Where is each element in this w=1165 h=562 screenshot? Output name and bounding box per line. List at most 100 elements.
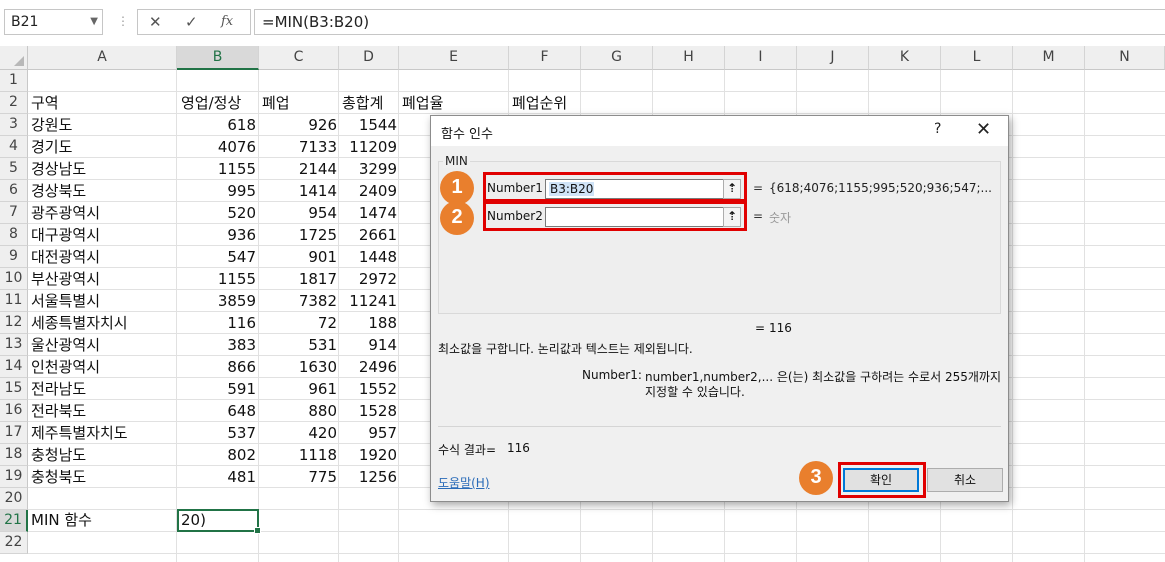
column-header[interactable]: B xyxy=(177,46,259,70)
table-cell[interactable]: 866 xyxy=(177,356,256,378)
table-cell[interactable]: 경상남도 xyxy=(31,158,86,180)
table-cell[interactable]: 1414 xyxy=(259,180,337,202)
table-cell[interactable]: 1630 xyxy=(259,356,337,378)
column-header[interactable]: N xyxy=(1085,46,1165,70)
table-cell[interactable]: 537 xyxy=(177,422,256,444)
row-header[interactable]: 2 xyxy=(0,92,28,114)
table-cell[interactable]: 618 xyxy=(177,114,256,136)
table-cell[interactable]: 1552 xyxy=(339,378,397,400)
table-cell[interactable]: 1256 xyxy=(339,466,397,488)
table-cell[interactable]: 충청남도 xyxy=(31,444,86,466)
header-rank[interactable]: 폐업순위 xyxy=(512,92,567,114)
header-region[interactable]: 구역 xyxy=(31,92,59,114)
row-header[interactable]: 19 xyxy=(0,466,28,488)
header-closed[interactable]: 폐업 xyxy=(262,92,290,114)
table-cell[interactable]: 188 xyxy=(339,312,397,334)
table-cell[interactable]: 901 xyxy=(259,246,337,268)
table-cell[interactable]: 2972 xyxy=(339,268,397,290)
row-header[interactable]: 17 xyxy=(0,422,28,444)
dialog-titlebar[interactable]: 함수 인수 ? ✕ xyxy=(431,116,1008,146)
row-header[interactable]: 3 xyxy=(0,114,28,136)
table-cell[interactable]: 부산광역시 xyxy=(31,268,100,290)
drag-handle-icon[interactable]: ⋮ xyxy=(117,14,130,28)
table-cell[interactable]: 1155 xyxy=(177,158,256,180)
table-cell[interactable]: 3299 xyxy=(339,158,397,180)
close-icon[interactable]: ✕ xyxy=(976,119,991,140)
enter-icon[interactable]: ✓ xyxy=(185,10,198,34)
table-cell[interactable]: 926 xyxy=(259,114,337,136)
cancel-button[interactable]: 취소 xyxy=(927,468,1003,492)
table-cell[interactable]: 1118 xyxy=(259,444,337,466)
row-header[interactable]: 22 xyxy=(0,532,28,554)
column-header[interactable]: C xyxy=(259,46,339,70)
table-cell[interactable]: 경상북도 xyxy=(31,180,86,202)
table-cell[interactable]: 광주광역시 xyxy=(31,202,100,224)
table-cell[interactable]: 제주특별자치도 xyxy=(31,422,128,444)
table-cell[interactable]: 1474 xyxy=(339,202,397,224)
table-cell[interactable]: 2661 xyxy=(339,224,397,246)
header-open[interactable]: 영업/정상 xyxy=(181,92,241,114)
column-header[interactable]: F xyxy=(509,46,581,70)
column-header[interactable]: D xyxy=(339,46,399,70)
table-cell[interactable]: 481 xyxy=(177,466,256,488)
table-cell[interactable]: 802 xyxy=(177,444,256,466)
row-header[interactable]: 18 xyxy=(0,444,28,466)
name-box[interactable]: B21 ▼ xyxy=(4,9,103,35)
table-cell[interactable]: 914 xyxy=(339,334,397,356)
table-cell[interactable]: 11209 xyxy=(339,136,397,158)
row-header[interactable]: 13 xyxy=(0,334,28,356)
table-cell[interactable]: 520 xyxy=(177,202,256,224)
table-cell[interactable]: 경기도 xyxy=(31,136,72,158)
column-header[interactable]: L xyxy=(941,46,1013,70)
table-cell[interactable]: 72 xyxy=(259,312,337,334)
row-header[interactable]: 8 xyxy=(0,224,28,246)
insert-function-icon[interactable]: fx xyxy=(221,10,233,34)
table-cell[interactable]: 서울특별시 xyxy=(31,290,100,312)
row-header[interactable]: 16 xyxy=(0,400,28,422)
help-link[interactable]: 도움말(H) xyxy=(438,474,490,491)
table-cell[interactable]: 전라북도 xyxy=(31,400,86,422)
row-header[interactable]: 20 xyxy=(0,488,28,510)
table-cell[interactable]: 1725 xyxy=(259,224,337,246)
column-header[interactable]: K xyxy=(869,46,941,70)
row-header[interactable]: 10 xyxy=(0,268,28,290)
table-cell[interactable]: 울산광역시 xyxy=(31,334,100,356)
table-cell[interactable]: 강원도 xyxy=(31,114,72,136)
table-cell[interactable]: 1155 xyxy=(177,268,256,290)
table-cell[interactable]: 2496 xyxy=(339,356,397,378)
table-cell[interactable]: 2144 xyxy=(259,158,337,180)
table-cell[interactable]: 116 xyxy=(177,312,256,334)
row-header[interactable]: 4 xyxy=(0,136,28,158)
table-cell[interactable]: 7382 xyxy=(259,290,337,312)
table-cell[interactable]: 961 xyxy=(259,378,337,400)
table-cell[interactable]: 4076 xyxy=(177,136,256,158)
row-header[interactable]: 6 xyxy=(0,180,28,202)
table-cell[interactable]: 775 xyxy=(259,466,337,488)
table-cell[interactable]: 936 xyxy=(177,224,256,246)
column-header[interactable]: A xyxy=(28,46,177,70)
table-cell[interactable]: 대전광역시 xyxy=(31,246,100,268)
help-icon[interactable]: ? xyxy=(934,121,941,137)
table-cell[interactable]: 954 xyxy=(259,202,337,224)
table-cell[interactable]: 1528 xyxy=(339,400,397,422)
table-cell[interactable]: 531 xyxy=(259,334,337,356)
row-header[interactable]: 21 xyxy=(0,510,28,532)
column-header[interactable]: M xyxy=(1013,46,1085,70)
row-header[interactable]: 14 xyxy=(0,356,28,378)
min-function-label[interactable]: MIN 함수 xyxy=(31,509,92,531)
table-cell[interactable]: 11241 xyxy=(339,290,397,312)
column-header[interactable]: I xyxy=(725,46,797,70)
row-header[interactable]: 9 xyxy=(0,246,28,268)
row-header[interactable]: 5 xyxy=(0,158,28,180)
table-cell[interactable]: 591 xyxy=(177,378,256,400)
row-header[interactable]: 1 xyxy=(0,70,28,92)
column-header[interactable]: H xyxy=(653,46,725,70)
table-cell[interactable]: 995 xyxy=(177,180,256,202)
cancel-icon[interactable]: ✕ xyxy=(149,10,162,34)
table-cell[interactable]: 세종특별자치시 xyxy=(31,312,128,334)
column-header[interactable]: E xyxy=(399,46,509,70)
table-cell[interactable]: 전라남도 xyxy=(31,378,86,400)
table-cell[interactable]: 충청북도 xyxy=(31,466,86,488)
table-cell[interactable]: 대구광역시 xyxy=(31,224,100,246)
formula-input[interactable]: =MIN(B3:B20) xyxy=(254,9,1165,35)
